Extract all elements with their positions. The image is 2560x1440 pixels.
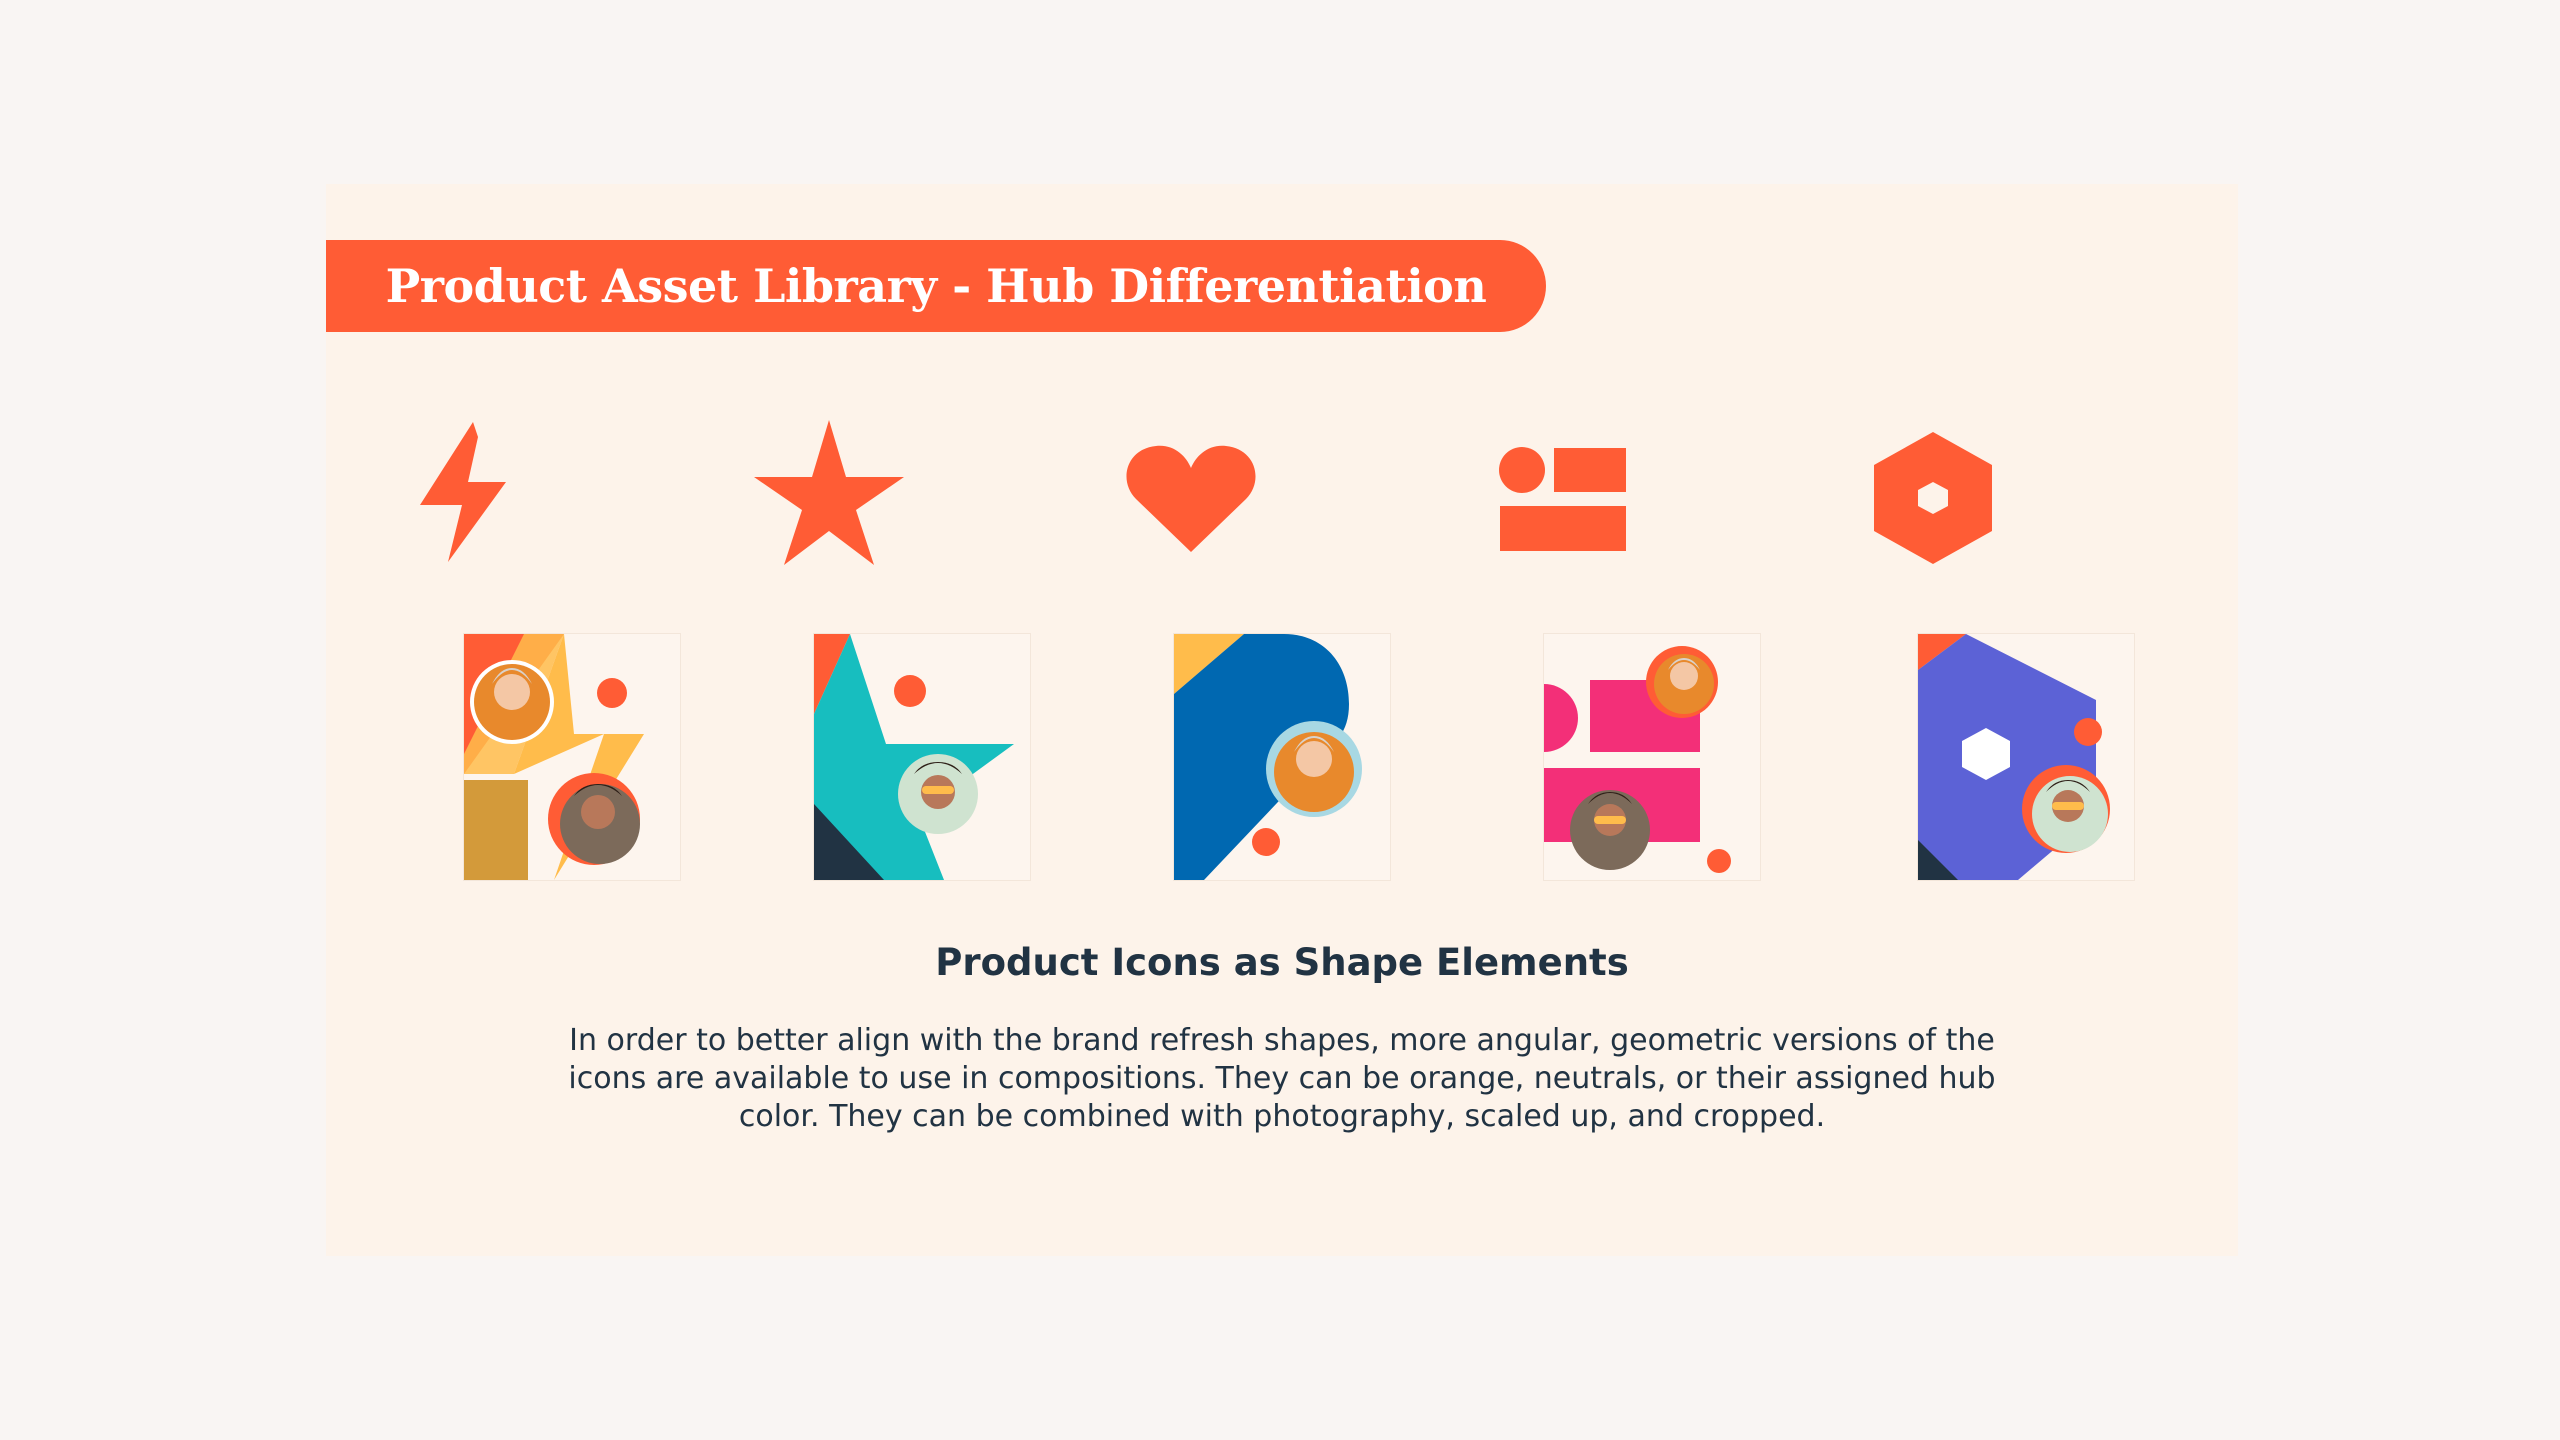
bars-composition	[1543, 633, 1761, 881]
lightning-composition	[463, 633, 681, 881]
section-title: Product Icons as Shape Elements	[935, 941, 1629, 984]
star-composition	[813, 633, 1031, 881]
slide: Product Asset Library - Hub Differentiat…	[326, 184, 2238, 1256]
star-icon	[754, 420, 904, 565]
hexagon-icon	[1874, 432, 1992, 564]
heart-icon	[1126, 445, 1256, 552]
banner-title: Product Asset Library - Hub Differentiat…	[385, 259, 1487, 313]
title-banner: Product Asset Library - Hub Differentiat…	[326, 240, 1546, 332]
lightning-bolt-icon	[420, 422, 506, 562]
heart-composition	[1173, 633, 1391, 881]
hexagon-composition	[1917, 633, 2135, 881]
section-description: In order to better align with the brand …	[568, 1023, 1996, 1134]
circle-and-bars-icon	[1499, 447, 1626, 551]
